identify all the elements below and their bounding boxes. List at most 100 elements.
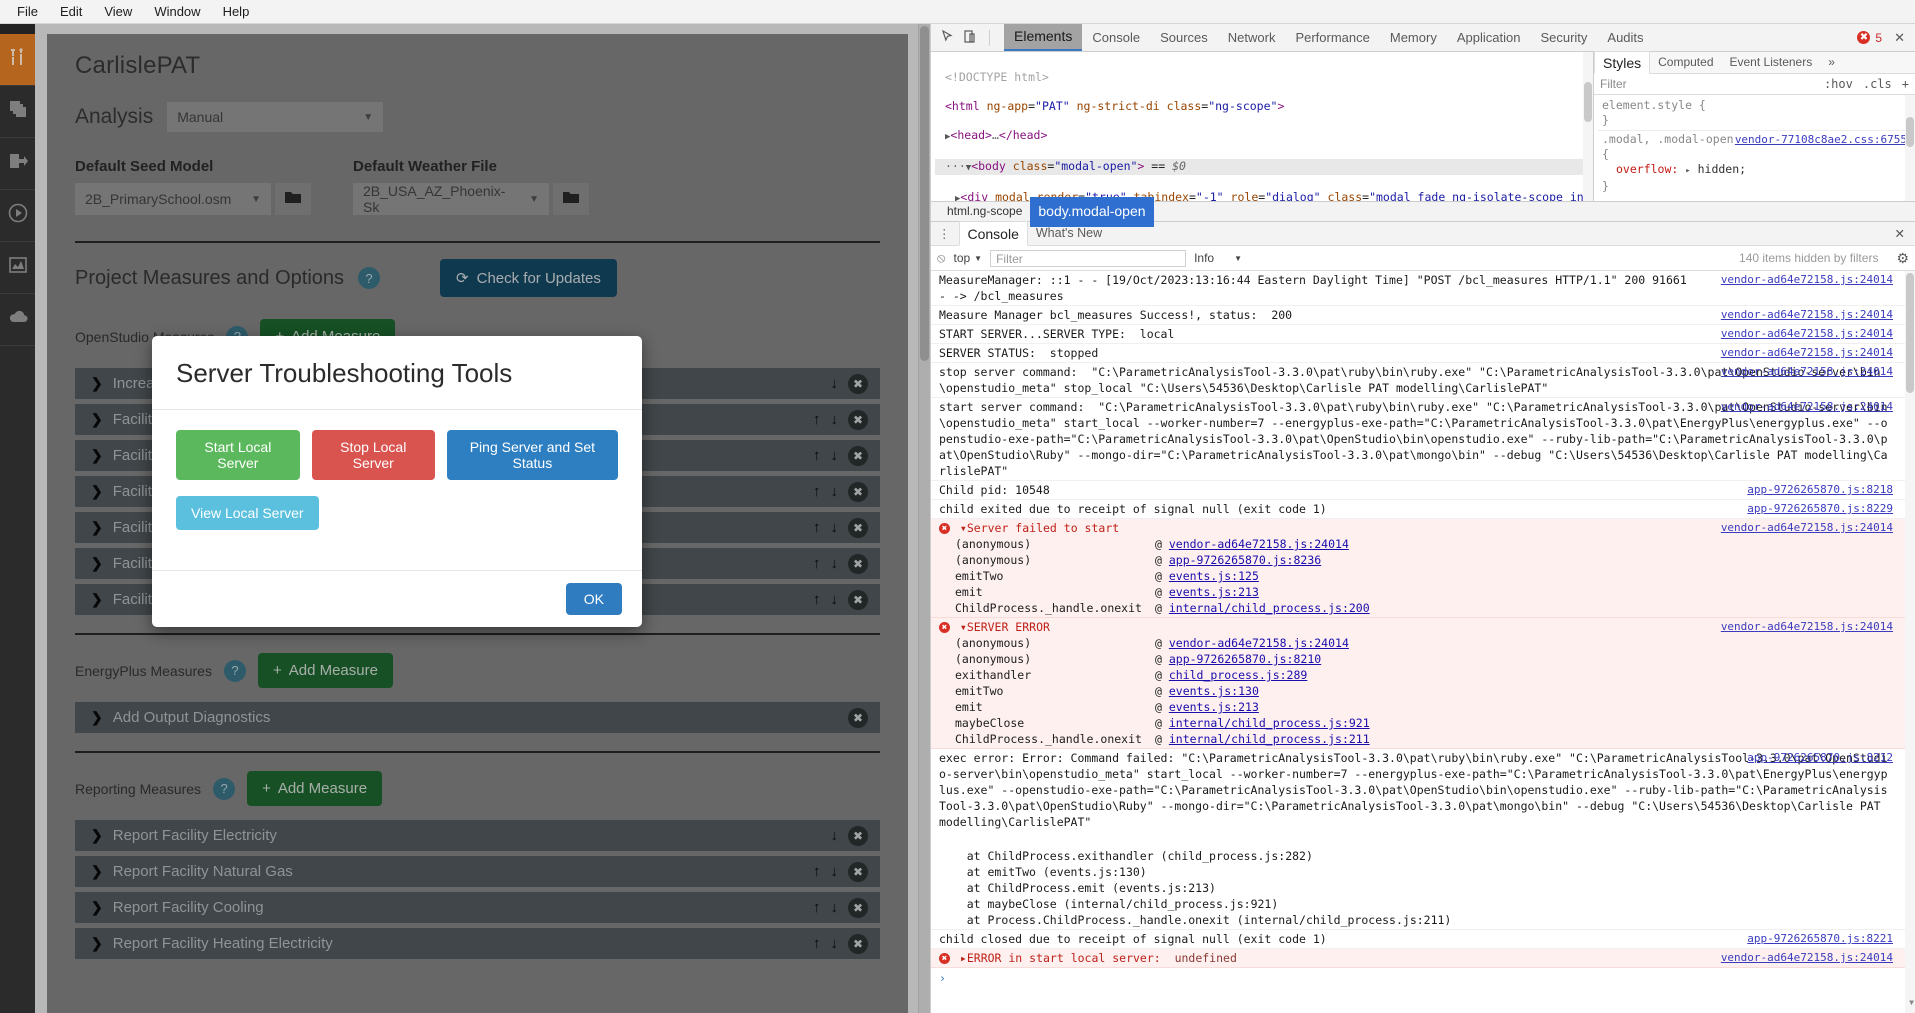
- device-toolbar-icon[interactable]: [963, 29, 976, 46]
- style-declaration[interactable]: overflow: ▸ hidden;: [1602, 162, 1907, 179]
- tab-memory[interactable]: Memory: [1380, 24, 1447, 51]
- console-message-source[interactable]: vendor-ad64e72158.js:24014: [1721, 272, 1893, 288]
- chevron-right-icon[interactable]: ▸: [1685, 166, 1690, 176]
- console-message-source[interactable]: vendor-ad64e72158.js:24014: [1721, 399, 1893, 415]
- console-log-message[interactable]: vendor-ad64e72158.js:24014 start server c…: [931, 398, 1915, 481]
- console-messages[interactable]: vendor-ad64e72158.js:24014 MeasureManager…: [931, 271, 1915, 1013]
- console-error-message[interactable]: vendor-ad64e72158.js:24014 ✖ ▾SERVER ERRO…: [931, 618, 1915, 749]
- tab-performance[interactable]: Performance: [1285, 24, 1379, 51]
- breadcrumb-html[interactable]: html.ng-scope: [939, 202, 1030, 221]
- style-property-value[interactable]: hidden;: [1698, 162, 1746, 176]
- console-message-source[interactable]: vendor-ad64e72158.js:24014: [1721, 326, 1893, 342]
- console-log-message[interactable]: app-9726265870.js:8218 Child pid: 10548: [931, 481, 1915, 500]
- console-log-message[interactable]: vendor-ad64e72158.js:24014 SERVER STATUS:…: [931, 344, 1915, 363]
- elements-scrollbar[interactable]: [1583, 52, 1593, 201]
- tab-audits[interactable]: Audits: [1597, 24, 1653, 51]
- drawer-tab-console[interactable]: Console: [958, 221, 1028, 246]
- console-log-message[interactable]: app-9726265870.js:8221 child closed due t…: [931, 930, 1915, 949]
- tab-network[interactable]: Network: [1218, 24, 1286, 51]
- dom-line-selected[interactable]: ···▼<body class="modal-open"> == $0: [935, 158, 1593, 175]
- styles-filter-input[interactable]: Filter: [1600, 77, 1814, 91]
- menu-help[interactable]: Help: [212, 2, 261, 21]
- console-message-source[interactable]: app-9726265870.js:8218: [1747, 482, 1893, 498]
- menu-file[interactable]: File: [6, 2, 49, 21]
- hov-toggle[interactable]: :hov: [1824, 77, 1853, 91]
- drawer-close-icon[interactable]: ✕: [1885, 226, 1915, 241]
- error-count-badge[interactable]: ✖ 5: [1857, 31, 1882, 45]
- tab-styles[interactable]: Styles: [1594, 51, 1651, 74]
- console-message-source[interactable]: app-9726265870.js:8229: [1747, 501, 1893, 517]
- inspect-element-icon[interactable]: [941, 29, 954, 46]
- elements-tree[interactable]: <!DOCTYPE html> <html ng-app="PAT" ng-st…: [931, 52, 1593, 201]
- stack-frame-link[interactable]: internal/child_process.js:921: [1169, 716, 1370, 730]
- dom-line[interactable]: ▶<head>…</head>: [935, 128, 1593, 145]
- tab-sources[interactable]: Sources: [1150, 24, 1218, 51]
- stack-frame-link[interactable]: events.js:213: [1169, 700, 1259, 714]
- gear-icon[interactable]: ⚙: [1886, 250, 1909, 267]
- close-devtools-icon[interactable]: ✕: [1894, 30, 1905, 46]
- style-rule[interactable]: element.style { }: [1598, 97, 1915, 130]
- console-filter-input[interactable]: Filter: [990, 249, 1187, 267]
- cls-toggle[interactable]: .cls: [1863, 77, 1892, 91]
- new-style-rule-button[interactable]: +: [1902, 77, 1909, 91]
- menu-window[interactable]: Window: [143, 2, 211, 21]
- tab-computed[interactable]: Computed: [1650, 52, 1721, 73]
- console-prompt[interactable]: ›: [931, 968, 1915, 988]
- breadcrumb-body[interactable]: body.modal-open: [1030, 196, 1154, 227]
- console-message-source[interactable]: app-9726265870.js:8212: [1747, 750, 1893, 766]
- console-message-source[interactable]: vendor-ad64e72158.js:24014: [1721, 364, 1893, 380]
- console-log-message[interactable]: vendor-ad64e72158.js:24014 Measure Manage…: [931, 306, 1915, 325]
- console-level-selector[interactable]: Info ▼: [1194, 251, 1242, 265]
- console-message-source[interactable]: vendor-ad64e72158.js:24014: [1721, 950, 1893, 966]
- stack-frame-link[interactable]: child_process.js:289: [1169, 668, 1307, 682]
- styles-scrollbar[interactable]: [1905, 95, 1915, 201]
- start-local-server-button[interactable]: Start Local Server: [176, 430, 300, 480]
- tab-application[interactable]: Application: [1447, 24, 1531, 51]
- view-local-server-button[interactable]: View Local Server: [176, 496, 319, 530]
- style-rule[interactable]: vendor-77108c8ae2.css:6755 .modal, .moda…: [1598, 130, 1915, 196]
- console-log-message[interactable]: app-9726265870.js:8229 child exited due t…: [931, 500, 1915, 519]
- styles-scroll-thumb[interactable]: [1906, 117, 1914, 147]
- console-message-source[interactable]: vendor-ad64e72158.js:24014: [1721, 307, 1893, 323]
- tab-elements[interactable]: Elements: [1004, 24, 1083, 51]
- tab-console[interactable]: Console: [1082, 24, 1150, 51]
- console-context-selector[interactable]: top ▼: [953, 251, 982, 265]
- style-rule-source[interactable]: vendor-77108c8ae2.css:6755: [1735, 132, 1907, 147]
- console-message-source[interactable]: vendor-ad64e72158.js:24014: [1721, 619, 1893, 635]
- stack-frame-link[interactable]: events.js:125: [1169, 569, 1259, 583]
- sidebar-item-results[interactable]: [0, 242, 35, 294]
- dom-line[interactable]: <html ng-app="PAT" ng-strict-di class="n…: [935, 99, 1593, 114]
- stack-frame-link[interactable]: vendor-ad64e72158.js:24014: [1169, 537, 1349, 551]
- sidebar-item-measures[interactable]: [0, 34, 35, 86]
- stack-frame-link[interactable]: events.js:130: [1169, 684, 1259, 698]
- menu-edit[interactable]: Edit: [49, 2, 93, 21]
- console-log-message[interactable]: vendor-ad64e72158.js:24014 MeasureManager…: [931, 271, 1915, 306]
- ping-server-button[interactable]: Ping Server and Set Status: [446, 430, 618, 480]
- console-message-source[interactable]: vendor-ad64e72158.js:24014: [1721, 520, 1893, 536]
- stack-frame-link[interactable]: internal/child_process.js:200: [1169, 601, 1370, 615]
- console-scroll-thumb[interactable]: [1906, 273, 1914, 393]
- console-error-message[interactable]: vendor-ad64e72158.js:24014 ✖ ▸ERROR in st…: [931, 949, 1915, 968]
- sidebar-item-cloud[interactable]: [0, 294, 35, 346]
- elements-scroll-thumb[interactable]: [1584, 82, 1592, 122]
- menu-view[interactable]: View: [93, 2, 143, 21]
- console-log-message[interactable]: app-9726265870.js:8212 exec error: Error:…: [931, 749, 1915, 930]
- console-scrollbar[interactable]: ▲ ▼: [1905, 271, 1915, 1013]
- stack-frame-link[interactable]: vendor-ad64e72158.js:24014: [1169, 636, 1349, 650]
- tab-event-listeners[interactable]: Event Listeners: [1722, 52, 1821, 73]
- clear-console-icon[interactable]: ⦸: [937, 250, 945, 266]
- stop-local-server-button[interactable]: Stop Local Server: [311, 430, 435, 480]
- stack-frame-link[interactable]: events.js:213: [1169, 585, 1259, 599]
- console-log-message[interactable]: vendor-ad64e72158.js:24014 stop server co…: [931, 363, 1915, 398]
- scroll-down-icon[interactable]: ▼: [1909, 995, 1914, 1011]
- console-message-source[interactable]: vendor-ad64e72158.js:24014: [1721, 345, 1893, 361]
- console-message-source[interactable]: app-9726265870.js:8221: [1747, 931, 1893, 947]
- styles-overflow-icon[interactable]: »: [1820, 52, 1843, 73]
- stack-frame-link[interactable]: internal/child_process.js:211: [1169, 732, 1370, 746]
- dom-line[interactable]: <!DOCTYPE html>: [935, 70, 1593, 85]
- stack-frame-link[interactable]: app-9726265870.js:8236: [1169, 553, 1321, 567]
- console-log-message[interactable]: vendor-ad64e72158.js:24014 START SERVER..…: [931, 325, 1915, 344]
- stack-frame-link[interactable]: app-9726265870.js:8210: [1169, 652, 1321, 666]
- sidebar-item-output[interactable]: [0, 138, 35, 190]
- console-error-message[interactable]: vendor-ad64e72158.js:24014 ✖ ▾Server fail…: [931, 519, 1915, 618]
